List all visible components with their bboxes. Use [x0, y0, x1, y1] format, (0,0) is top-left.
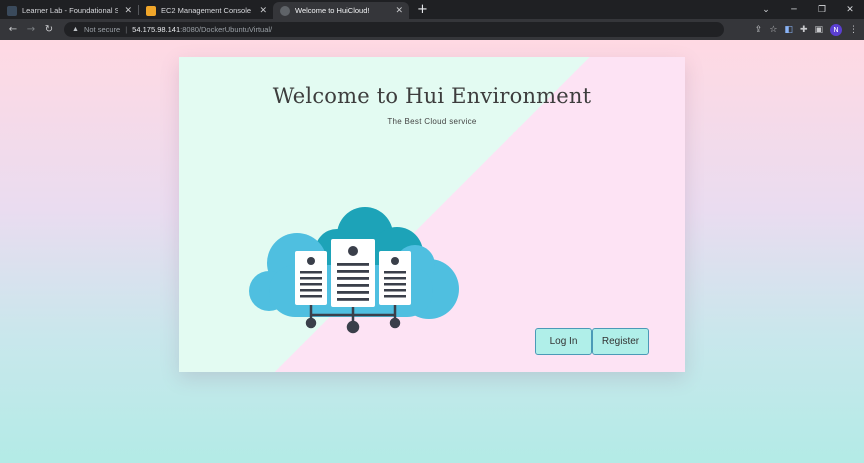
server-left-icon [295, 251, 327, 305]
tab-title: Welcome to HuiCloud! [295, 6, 370, 15]
translate-icon[interactable]: ◧ [784, 25, 793, 35]
reload-icon[interactable]: ↻ [40, 24, 58, 35]
page-viewport: Welcome to Hui Environment The Best Clou… [0, 40, 864, 463]
page-title: Welcome to Hui Environment [272, 84, 592, 108]
address-host: 54.175.98.141 [132, 25, 181, 34]
address-bar[interactable]: ▲ Not secure | 54.175.98.141 :8080/Docke… [64, 22, 724, 37]
tab-ec2-console[interactable]: EC2 Management Console ✕ [139, 2, 273, 19]
warning-icon[interactable]: ▲ [72, 26, 79, 33]
browser-tab-bar: Learner Lab - Foundational Servi ✕ EC2 M… [0, 0, 864, 19]
tab-learner-lab[interactable]: Learner Lab - Foundational Servi ✕ [0, 2, 138, 19]
forward-icon[interactable]: → [22, 24, 40, 35]
share-icon[interactable]: ⇪ [755, 25, 763, 35]
server-middle-icon [331, 239, 375, 307]
profile-avatar[interactable]: N [830, 23, 842, 36]
tab-title: Learner Lab - Foundational Servi [22, 6, 119, 15]
register-button[interactable]: Register [592, 328, 649, 355]
aws-academy-icon [7, 5, 17, 16]
close-icon[interactable]: ✕ [259, 5, 267, 16]
menu-icon[interactable]: ⋮ [849, 25, 858, 35]
maximize-icon[interactable]: ❐ [808, 5, 836, 15]
browser-toolbar: ← → ↻ ▲ Not secure | 54.175.98.141 :8080… [0, 19, 864, 40]
server-right-icon [379, 251, 411, 305]
side-panel-icon[interactable]: ▣ [814, 25, 823, 35]
tab-search-icon[interactable]: ⌄ [752, 5, 780, 15]
address-path: :8080/DockerUbuntuVirtual/ [180, 25, 273, 34]
close-window-icon[interactable]: ✕ [836, 5, 864, 15]
security-label: Not secure [83, 25, 121, 34]
new-tab-icon[interactable]: + [417, 3, 428, 16]
tab-title: EC2 Management Console [161, 6, 252, 15]
window-controls: ⌄ ─ ❐ ✕ [752, 0, 864, 19]
bookmark-star-icon[interactable]: ☆ [769, 25, 777, 35]
tab-huicloud[interactable]: Welcome to HuiCloud! ✕ [273, 2, 409, 19]
page-subtitle: The Best Cloud service [387, 117, 477, 126]
close-icon[interactable]: ✕ [124, 5, 132, 16]
login-button[interactable]: Log In [535, 328, 592, 355]
minimize-icon[interactable]: ─ [780, 5, 808, 15]
globe-icon [280, 5, 290, 16]
address-divider: | [125, 25, 128, 34]
extensions-icon[interactable]: ✚ [800, 25, 808, 35]
aws-box-icon [146, 5, 156, 16]
close-icon[interactable]: ✕ [395, 5, 403, 16]
welcome-card: Welcome to Hui Environment The Best Clou… [179, 57, 685, 372]
back-icon[interactable]: ← [4, 24, 22, 35]
cloud-servers-illustration [249, 207, 459, 334]
toolbar-actions: ⇪ ☆ ◧ ✚ ▣ N ⋮ [755, 19, 858, 40]
